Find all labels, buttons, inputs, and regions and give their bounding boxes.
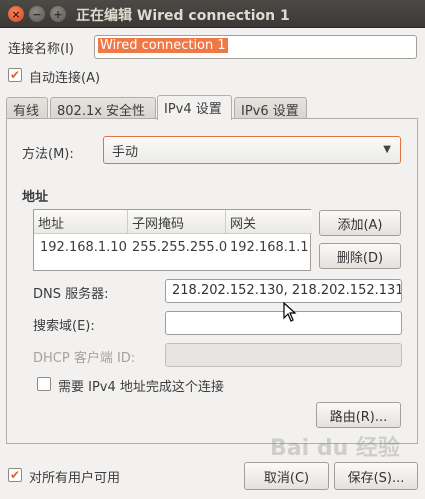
column-header-netmask[interactable]: 子网掩码 [128, 210, 226, 234]
connection-editor-window: × − + 正在编辑 Wired connection 1 连接名称(I) Wi… [0, 0, 425, 499]
column-header-address[interactable]: 地址 [34, 210, 128, 234]
require-ipv4-label: 需要 IPv4 地址完成这个连接 [58, 380, 224, 395]
dns-servers-label: DNS 服务器: [33, 287, 109, 302]
maximize-icon[interactable]: + [50, 6, 66, 22]
address-table[interactable]: 地址 子网掩码 网关 192.168.1.10 255.255.255.0 19… [33, 209, 313, 271]
all-users-label: 对所有用户可用 [29, 471, 121, 486]
tab-8021x-security[interactable]: 802.1x 安全性 [50, 97, 156, 119]
auto-connect-checkbox[interactable]: ✔ [8, 68, 22, 82]
mouse-cursor-icon [283, 302, 297, 322]
search-domains-label: 搜索域(E): [33, 319, 95, 334]
require-ipv4-checkbox[interactable] [37, 377, 51, 391]
chevron-down-icon: ▼ [383, 144, 391, 155]
cell-address[interactable]: 192.168.1.10 [36, 240, 131, 255]
tab-wired[interactable]: 有线 [6, 97, 48, 119]
tab-ipv4-settings[interactable]: IPv4 设置 [157, 95, 232, 120]
save-button[interactable]: 保存(S)... [334, 462, 418, 490]
auto-connect-label: 自动连接(A) [29, 71, 101, 86]
dhcp-client-id-input[interactable] [165, 343, 402, 367]
connection-name-input[interactable]: Wired connection 1 [94, 35, 417, 59]
add-address-button[interactable]: 添加(A) [319, 210, 401, 236]
method-label: 方法(M): [22, 147, 74, 162]
cell-netmask[interactable]: 255.255.255.0 [128, 240, 231, 255]
method-dropdown[interactable]: 手动 ▼ [103, 136, 401, 164]
method-value: 手动 [112, 145, 139, 160]
dhcp-client-id-label: DHCP 客户端 ID: [33, 351, 136, 366]
delete-address-button[interactable]: 删除(D) [319, 243, 401, 269]
connection-name-label: 连接名称(I) [8, 42, 74, 57]
title-bar: × − + 正在编辑 Wired connection 1 [0, 0, 425, 28]
column-header-gateway[interactable]: 网关 [226, 210, 312, 234]
address-section-title: 地址 [22, 190, 49, 205]
close-icon[interactable]: × [8, 6, 24, 22]
dns-servers-input[interactable]: 218.202.152.130, 218.202.152.131 [165, 279, 402, 303]
all-users-checkbox[interactable]: ✔ [8, 468, 22, 482]
window-title: 正在编辑 Wired connection 1 [76, 8, 290, 24]
cancel-button[interactable]: 取消(C) [244, 462, 329, 490]
routes-button[interactable]: 路由(R)... [316, 402, 401, 428]
cell-gateway[interactable]: 192.168.1.1 [226, 240, 313, 255]
connection-name-value: Wired connection 1 [98, 38, 228, 53]
tab-ipv6-settings[interactable]: IPv6 设置 [234, 97, 307, 119]
minimize-icon[interactable]: − [29, 6, 45, 22]
baidu-watermark: Bai du 经验 [270, 436, 400, 461]
